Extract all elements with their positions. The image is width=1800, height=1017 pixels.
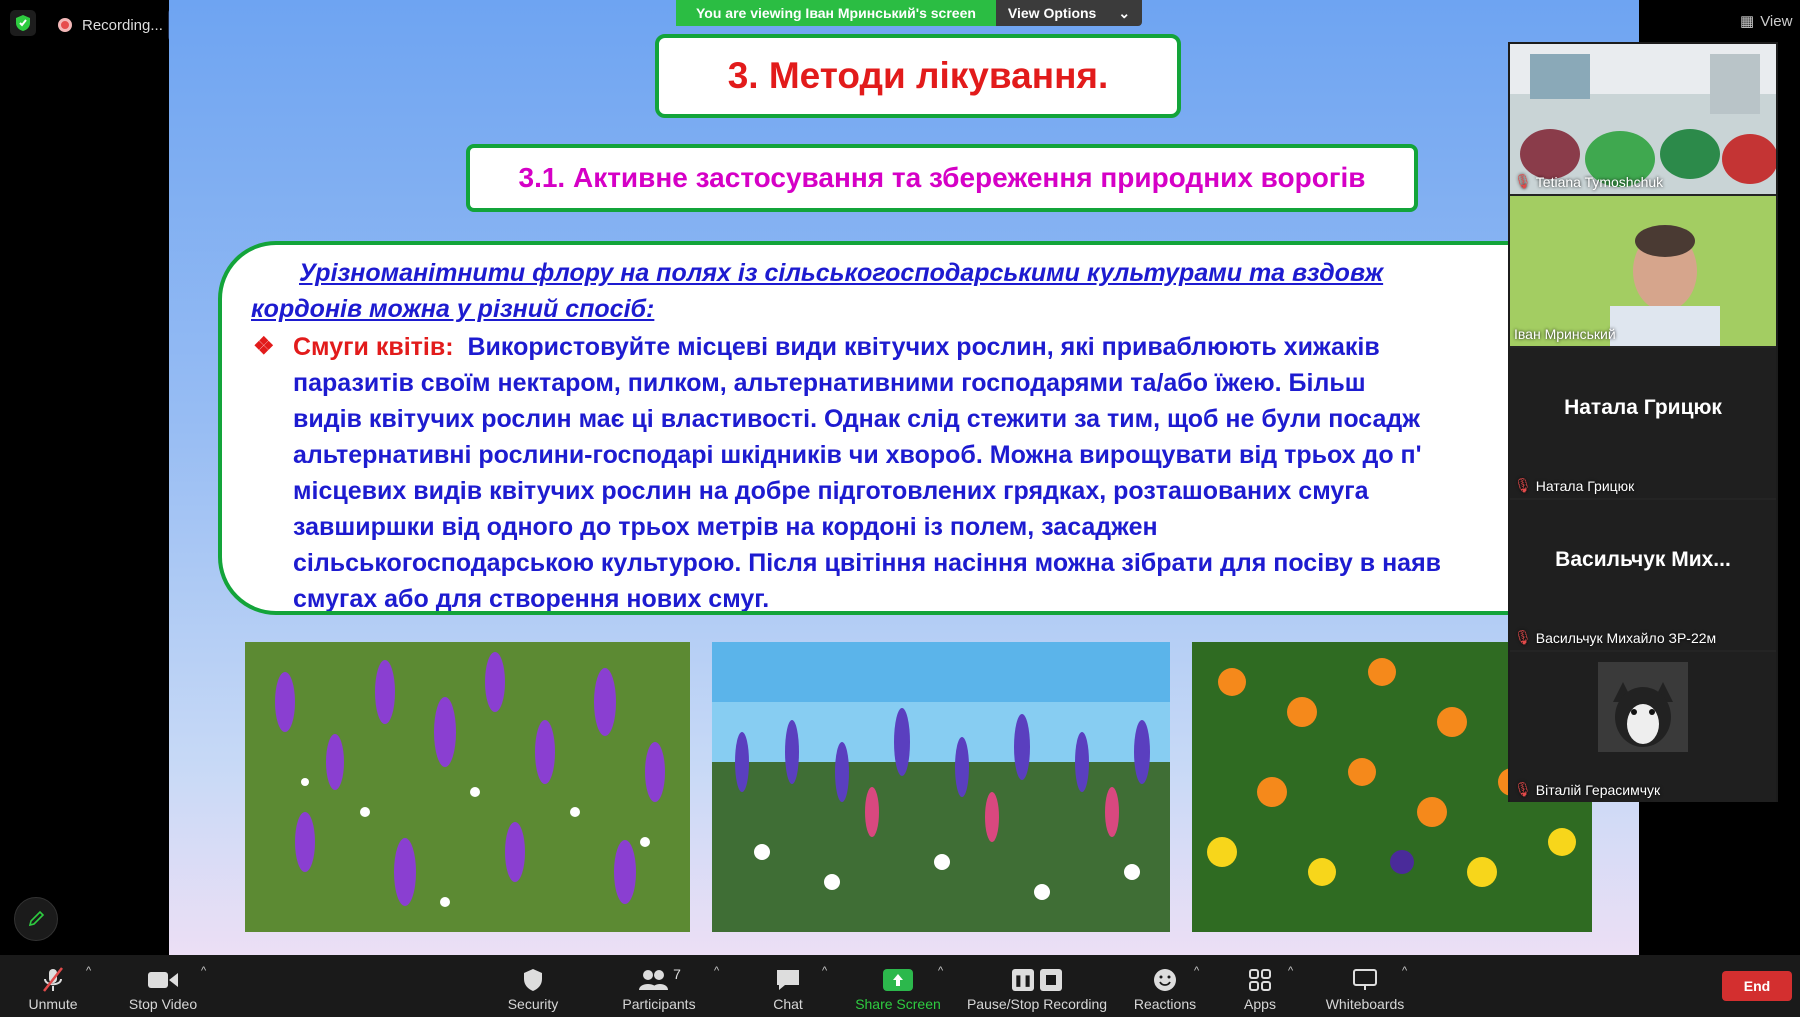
audio-options-caret-icon[interactable]: ^ xyxy=(86,965,91,977)
bullet-line: Використовуйте місцеві види квітучих рос… xyxy=(467,333,1380,361)
bullet-line: видів квітучих рослин має ці властивості… xyxy=(293,405,1421,433)
bullet-line: завширшки від одного до трьох метрів на … xyxy=(293,513,1158,541)
view-button[interactable]: ▦ View xyxy=(1740,12,1793,31)
microphone-muted-icon xyxy=(40,964,66,996)
reactions-button[interactable]: Reactions xyxy=(1130,955,1200,1017)
security-label: Security xyxy=(507,996,559,1012)
participants-icon: 7 xyxy=(637,964,681,996)
recording-dot-icon xyxy=(58,18,72,32)
participant-name-tag: Іван Мринський xyxy=(1514,326,1616,342)
participants-label: Participants xyxy=(622,996,696,1012)
pause-stop-recording-button[interactable]: ❚❚ Pause/Stop Recording xyxy=(966,955,1108,1017)
apps-icon xyxy=(1248,964,1272,996)
chat-label: Chat xyxy=(773,996,803,1012)
recording-label: Recording... xyxy=(82,16,163,34)
viewing-banner: You are viewing Іван Мринський's screen … xyxy=(676,0,1143,26)
participants-options-caret-icon[interactable]: ^ xyxy=(714,965,719,977)
participant-tile[interactable]: Іван Мринський xyxy=(1510,196,1776,346)
share-screen-icon xyxy=(883,964,913,996)
participant-tile[interactable]: 🎙 Віталій Герасимчук xyxy=(1510,652,1776,802)
participant-tile[interactable]: Натала Грицюк 🎙 Натала Грицюк xyxy=(1510,348,1776,498)
slide-title: 3. Методи лікування. xyxy=(655,34,1181,118)
mic-muted-icon: 🎙 xyxy=(1514,173,1532,189)
apps-button[interactable]: Apps xyxy=(1240,955,1280,1017)
slide-subtitle: 3.1. Активне застосування та збереження … xyxy=(466,144,1418,212)
reactions-label: Reactions xyxy=(1133,996,1197,1012)
mic-muted-icon: 🎙 xyxy=(1514,629,1532,645)
whiteboards-label: Whiteboards xyxy=(1325,996,1405,1012)
participant-tile[interactable]: Васильчук Мих... 🎙 Васильчук Михайло ЗР-… xyxy=(1510,500,1776,650)
diamond-bullet-icon: ❖ xyxy=(253,333,275,360)
grid-view-icon: ▦ xyxy=(1740,13,1755,30)
stop-icon xyxy=(1040,969,1062,991)
husky-avatar xyxy=(1598,662,1688,752)
chat-bubble-icon xyxy=(774,964,802,996)
chat-button[interactable]: Chat xyxy=(758,955,818,1017)
slide-text-box: Урізноманітнити флору на полях із сільсь… xyxy=(218,241,1639,615)
pause-stop-recording-label: Pause/Stop Recording xyxy=(966,996,1108,1012)
pause-stop-icons: ❚❚ xyxy=(1012,964,1062,996)
vetch-flowers-photo xyxy=(245,642,690,932)
zoom-meeting-window: Recording... ❚❚ ■ 3. Методи лікування. 3… xyxy=(0,0,1800,1017)
view-options-button[interactable]: View Options ⌄ xyxy=(995,0,1143,26)
meadow-flowers-photo xyxy=(712,642,1170,932)
participant-tile[interactable]: 🎙 Tetiana Tymoshchuk xyxy=(1510,44,1776,194)
view-button-label: View xyxy=(1760,12,1793,30)
bullet-line: сільськогосподарською культурою. Після ц… xyxy=(293,549,1442,577)
participant-name-tag: 🎙 Натала Грицюк xyxy=(1514,477,1635,494)
bullet-label: Смуги квітів: xyxy=(293,333,454,361)
security-shield-icon[interactable] xyxy=(10,10,36,36)
bullet-line: смугах або для створення нових смуг. xyxy=(293,585,770,613)
participant-name-tag: 🎙 Васильчук Михайло ЗР-22м xyxy=(1514,629,1717,646)
bullet-line: місцевих видів квітучих рослин на добре … xyxy=(293,477,1369,505)
unmute-label: Unmute xyxy=(28,996,78,1012)
apps-options-caret-icon[interactable]: ^ xyxy=(1288,965,1293,977)
intro-line-1: Урізноманітнити флору на полях із сільсь… xyxy=(299,259,1384,287)
participants-video-panel: 🎙 Tetiana Tymoshchuk Іван Мринський Ната… xyxy=(1508,42,1778,802)
mic-muted-icon: 🎙 xyxy=(1514,477,1532,493)
pause-icon: ❚❚ xyxy=(1012,969,1034,991)
bullet-paragraph: ❖ Смуги квітів: Використовуйте місцеві в… xyxy=(251,329,1639,613)
whiteboard-icon xyxy=(1352,964,1378,996)
unmute-button[interactable]: Unmute xyxy=(20,955,86,1017)
participants-button[interactable]: 7 Participants xyxy=(614,955,704,1017)
view-options-label: View Options xyxy=(1007,5,1097,21)
smiley-icon xyxy=(1152,964,1178,996)
whiteboards-button[interactable]: Whiteboards xyxy=(1322,955,1408,1017)
end-meeting-button[interactable]: End xyxy=(1722,971,1792,1001)
bullet-line: паразитів своїм нектаром, пилком, альтер… xyxy=(293,369,1366,397)
share-options-caret-icon[interactable]: ^ xyxy=(938,965,943,977)
reactions-options-caret-icon[interactable]: ^ xyxy=(1194,965,1199,977)
participant-name-tag: 🎙 Віталій Герасимчук xyxy=(1514,781,1661,798)
video-camera-icon xyxy=(147,964,179,996)
stop-video-button[interactable]: Stop Video xyxy=(124,955,202,1017)
viewing-text: You are viewing Іван Мринський's screen xyxy=(676,0,996,26)
whiteboards-options-caret-icon[interactable]: ^ xyxy=(1402,965,1407,977)
shield-icon xyxy=(522,964,544,996)
share-screen-button[interactable]: Share Screen xyxy=(852,955,944,1017)
bullet-line: альтернативні рослини-господарі шкідникі… xyxy=(293,441,1422,469)
speaker-video xyxy=(1510,196,1776,346)
annotate-pencil-icon[interactable] xyxy=(14,897,58,941)
shared-screen: 3. Методи лікування. 3.1. Активне застос… xyxy=(169,0,1639,955)
participant-display-name: Натала Грицюк xyxy=(1564,396,1722,419)
participant-display-name: Васильчук Мих... xyxy=(1555,548,1731,571)
chevron-down-icon: ⌄ xyxy=(1118,5,1131,21)
participant-name-tag: 🎙 Tetiana Tymoshchuk xyxy=(1514,173,1664,190)
chat-options-caret-icon[interactable]: ^ xyxy=(822,965,827,977)
mic-muted-icon: 🎙 xyxy=(1514,781,1532,797)
share-screen-label: Share Screen xyxy=(855,996,941,1012)
recording-indicator: Recording... xyxy=(58,10,163,40)
intro-line-2: кордонів можна у різний спосіб: xyxy=(251,295,655,323)
stop-video-label: Stop Video xyxy=(128,996,198,1012)
meeting-toolbar: Unmute ^ Stop Video ^ Security 7 Partici… xyxy=(0,955,1800,1017)
security-button[interactable]: Security xyxy=(500,955,566,1017)
participants-count: 7 xyxy=(673,966,681,982)
classroom-video xyxy=(1510,44,1776,194)
apps-label: Apps xyxy=(1244,996,1276,1012)
video-options-caret-icon[interactable]: ^ xyxy=(201,965,206,977)
